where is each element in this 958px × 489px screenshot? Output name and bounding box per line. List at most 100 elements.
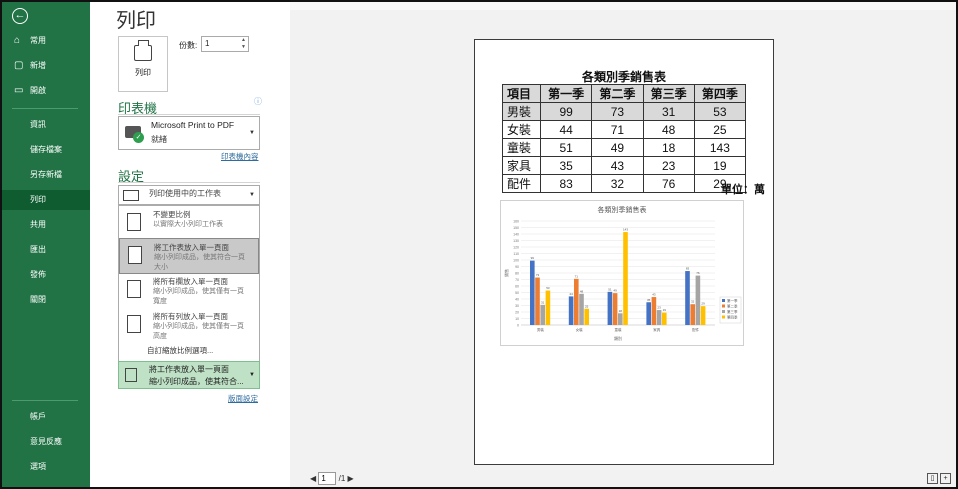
printer-name: Microsoft Print to PDF: [151, 120, 235, 130]
bar: [656, 310, 662, 325]
copies-label: 份數:: [179, 41, 198, 50]
data-label: 51: [608, 287, 612, 291]
nav-item-home[interactable]: ⌂ 常用: [2, 31, 90, 51]
printer-properties-link[interactable]: 印表機內容: [221, 151, 259, 162]
bar: [530, 260, 535, 325]
nav-item-account[interactable]: 帳戶: [2, 407, 90, 427]
table-cell: 配件: [502, 174, 541, 193]
table-cell: 25: [693, 120, 747, 139]
zoom-to-page-icon[interactable]: +: [940, 473, 951, 484]
header-cell: 第四季: [693, 84, 747, 103]
table-cell: 31: [642, 102, 695, 121]
nav-item-label: 關閉: [30, 295, 46, 304]
nav-item-label: 意見反應: [30, 437, 62, 446]
next-page-icon[interactable]: ▶: [348, 474, 354, 483]
table-cell: 童裝: [502, 138, 541, 157]
chart-title: 各類別季銷售表: [598, 205, 647, 214]
header-cell: 項目: [502, 84, 541, 103]
option-desc: 縮小列印成品，使其僅有一頁: [153, 288, 244, 295]
table-cell: 99: [539, 102, 593, 121]
bar: [662, 312, 667, 325]
nav-item-print[interactable]: 列印: [2, 190, 90, 210]
y-tick-label: 160: [513, 220, 519, 224]
table-cell: 32: [591, 174, 644, 193]
nav-item-save[interactable]: 儲存檔案: [2, 140, 90, 160]
data-label: 44: [569, 292, 573, 296]
chevron-down-icon: ▼: [249, 130, 255, 136]
table-row: 配件 83 32 76 29: [502, 174, 747, 193]
option-desc: 縮小列印成品，使其僅有一頁: [153, 323, 244, 330]
nav-item-label: 新增: [30, 61, 46, 70]
print-what-dropdown[interactable]: 列印使用中的工作表 ▼: [118, 185, 260, 205]
nav-item-label: 選項: [30, 462, 46, 471]
scaling-option-no-scaling[interactable]: 不變更比例 以實際大小列印工作表: [119, 206, 259, 242]
bar: [690, 304, 695, 325]
nav-divider: [12, 400, 78, 401]
nav-item-new[interactable]: ▢ 新增: [2, 56, 90, 76]
bar: [618, 313, 623, 325]
bar: [612, 293, 618, 325]
nav-item-feedback[interactable]: 意見反應: [2, 432, 90, 452]
table-row: 男裝 99 73 31 53: [502, 102, 747, 121]
table-cell: 19: [693, 156, 747, 175]
scaling-dropdown[interactable]: 將工作表放入單一頁面 縮小列印成品，使其符合... ▼: [118, 361, 260, 389]
section-divider: [118, 114, 260, 115]
nav-item-close[interactable]: 關閉: [2, 290, 90, 310]
nav-item-label: 資訊: [30, 120, 46, 129]
spin-arrows-icon[interactable]: ▲ ▼: [241, 37, 246, 51]
sheet-grid-icon: [123, 190, 139, 201]
nav-item-export[interactable]: 匯出: [2, 240, 90, 260]
nav-item-info[interactable]: 資訊: [2, 115, 90, 135]
scaling-desc: 縮小列印成品，使其符合...: [149, 377, 244, 386]
page-navigator: ◀ /1 ▶: [310, 472, 354, 485]
x-tick-label: 女裝: [576, 327, 583, 332]
y-tick-label: 150: [513, 226, 519, 230]
printer-icon: [134, 40, 152, 61]
table-cell: 73: [591, 102, 644, 121]
bar: [545, 290, 551, 325]
page-title: 列印: [116, 10, 156, 32]
print-button[interactable]: 列印: [118, 36, 168, 92]
prev-page-icon[interactable]: ◀: [310, 474, 316, 483]
table-cell: 家具: [502, 156, 541, 175]
nav-item-label: 另存新檔: [30, 170, 62, 179]
data-label: 23: [657, 306, 661, 310]
bar: [579, 293, 584, 325]
scaling-option-fit-rows[interactable]: 將所有列放入單一頁面 縮小列印成品，使其僅有一頁 高度: [119, 308, 259, 344]
nav-item-label: 常用: [30, 36, 46, 45]
data-label: 25: [585, 304, 589, 308]
table-cell: 83: [539, 174, 593, 193]
show-margins-icon[interactable]: ▯: [927, 473, 938, 484]
data-label: 49: [613, 289, 617, 293]
x-tick-label: 男裝: [537, 327, 544, 332]
table-cell: 35: [539, 156, 593, 175]
bar: [700, 306, 706, 325]
nav-item-options[interactable]: 選項: [2, 457, 90, 477]
backstage-nav: ← ⌂ 常用 ▢ 新增 ▭ 開啟 資訊 儲存檔案 另存新檔 列印 共用 匯出 發佈 關…: [2, 2, 90, 487]
nav-item-save-as[interactable]: 另存新檔: [2, 165, 90, 185]
printer-dropdown[interactable]: ✓ Microsoft Print to PDF 就緒 ▼: [118, 116, 260, 150]
nav-item-share[interactable]: 共用: [2, 215, 90, 235]
page-setup-link[interactable]: 版面設定: [228, 393, 258, 404]
sales-table: 項目 第一季 第二季 第三季 第四季 男裝 99 73 31 53 女裝 44 …: [502, 84, 747, 193]
folder-open-icon: ▭: [14, 85, 24, 96]
legend-swatch: [722, 299, 725, 302]
page-number-input[interactable]: [318, 472, 337, 485]
option-desc: 以實際大小列印工作表: [153, 221, 223, 228]
back-arrow-icon[interactable]: ←: [12, 8, 28, 24]
bar: [651, 297, 657, 325]
excel-print-backstage: ← ⌂ 常用 ▢ 新增 ▭ 開啟 資訊 儲存檔案 另存新檔 列印 共用 匯出 發佈 關…: [0, 0, 958, 489]
copies-stepper[interactable]: 1 ▲ ▼: [201, 36, 249, 52]
bar: [535, 277, 540, 325]
scaling-option-fit-columns[interactable]: 將所有欄放入單一頁面 縮小列印成品，使其僅有一頁 寬度: [119, 273, 259, 309]
bar: [540, 304, 545, 325]
nav-divider: [12, 108, 78, 109]
page-100-icon: [127, 213, 141, 231]
nav-item-open[interactable]: ▭ 開啟: [2, 81, 90, 101]
nav-item-publish[interactable]: 發佈: [2, 265, 90, 285]
printer-status: 就緒: [151, 135, 167, 144]
legend-label: 第二季: [727, 303, 738, 308]
info-icon[interactable]: ⓘ: [254, 96, 262, 107]
custom-scaling-options[interactable]: 自訂縮放比例選項...: [147, 345, 213, 356]
scaling-option-fit-sheet[interactable]: 將工作表放入單一頁面 縮小列印成品，使其符合一頁 大小: [119, 238, 259, 274]
